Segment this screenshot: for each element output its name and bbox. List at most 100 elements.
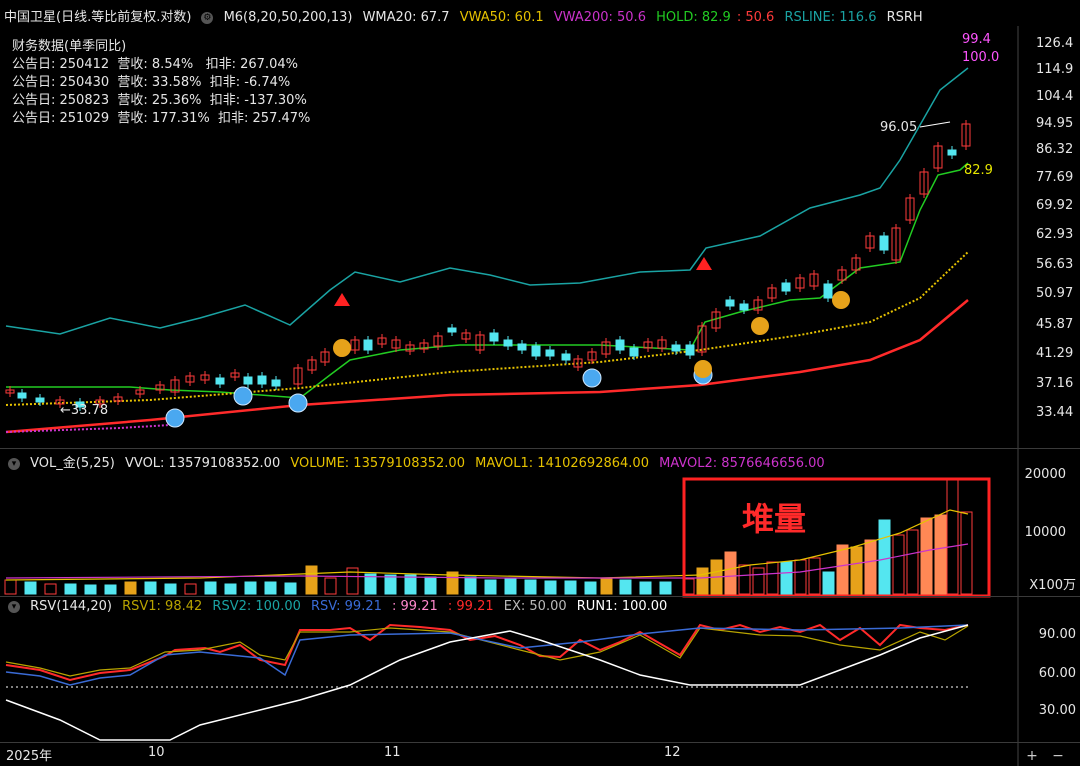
volume-bar <box>864 539 877 595</box>
vvol-label: VVOL: 13579108352.00 <box>125 456 281 471</box>
signal-ball-icon <box>288 393 308 413</box>
price-axis-label: 62.93 <box>1036 227 1074 242</box>
price-axis-label: 94.95 <box>1036 116 1074 131</box>
rsv-axis-label: 90.00 <box>1038 627 1076 642</box>
price-axis-label: 126.4 <box>1036 36 1074 51</box>
volume-bar <box>144 581 157 595</box>
x-axis-label: 2025年 <box>6 749 53 764</box>
volume-bar <box>164 583 177 595</box>
money-bag-icon <box>832 291 850 309</box>
volume-bar <box>822 571 835 595</box>
arrow-line <box>919 121 951 128</box>
candle-body <box>781 282 791 292</box>
volume-bar <box>264 581 277 595</box>
mavol1-series <box>5 509 969 581</box>
volume-bar <box>934 514 947 595</box>
rsv1-label: RSV1: 98.42 <box>122 599 203 614</box>
candle-body <box>363 339 373 351</box>
price-axis-label: 45.87 <box>1036 317 1074 332</box>
rsv-v1-label: : 99.21 <box>392 599 438 614</box>
volume-bar <box>724 551 737 595</box>
vol-axis-label: 10000 <box>1024 525 1066 540</box>
volume-label: VOLUME: 13579108352.00 <box>290 456 465 471</box>
volume-bar <box>484 579 497 595</box>
candle-body <box>725 299 735 307</box>
volume-bar <box>544 580 557 595</box>
volume-bar <box>44 583 57 595</box>
x-axis-label: 12 <box>664 745 681 760</box>
divider <box>0 448 1080 449</box>
rsv1-series <box>5 625 969 677</box>
volume-bar <box>84 584 97 595</box>
rsv-v2-label: : 99.21 <box>447 599 494 614</box>
volume-bar <box>564 580 577 595</box>
collapse-icon[interactable]: ▾ <box>8 457 20 470</box>
vol-axis-label: 20000 <box>1024 467 1066 482</box>
candle-body <box>257 375 267 385</box>
candle-body <box>531 345 541 357</box>
volume-bar <box>184 583 197 595</box>
volume-bar <box>204 581 217 595</box>
volume-bar <box>404 574 417 595</box>
volume-bar <box>464 576 477 595</box>
signal-ball-icon <box>165 408 185 428</box>
divider <box>0 742 1080 743</box>
volume-bar <box>892 534 905 595</box>
volume-header: ▾ VOL_金(5,25) VVOL: 13579108352.00 VOLUM… <box>4 452 831 471</box>
candle-body <box>447 327 457 333</box>
candle-body <box>561 353 571 361</box>
volume-bar <box>946 479 959 595</box>
volume-bar <box>808 557 821 595</box>
volume-bar <box>224 583 237 595</box>
zoom-in-button[interactable]: + <box>1022 746 1042 766</box>
candle-body <box>879 235 889 251</box>
triangle-up-icon <box>334 293 350 306</box>
volume-bar <box>639 581 652 595</box>
volume-bar <box>305 565 318 595</box>
volume-bar <box>906 529 919 595</box>
price-axis-label: 86.32 <box>1036 142 1074 157</box>
volume-bar <box>780 561 793 595</box>
candle-body <box>671 344 681 352</box>
volume-bar <box>124 581 137 595</box>
candle-body <box>517 343 527 351</box>
price-axis-label: 50.97 <box>1036 286 1074 301</box>
volume-bar <box>878 519 891 595</box>
price-axis-label: 33.44 <box>1036 405 1074 420</box>
volume-bar <box>738 564 751 595</box>
volume-bar <box>696 567 709 595</box>
candle-body <box>545 349 555 357</box>
x-axis-label: 11 <box>384 745 401 760</box>
price-axis-label: 114.9 <box>1036 62 1074 77</box>
rsv-label: RSV: 99.21 <box>311 599 382 614</box>
volume-bar <box>752 567 765 595</box>
volume-bar <box>324 577 337 595</box>
volume-bar <box>64 583 77 595</box>
run1-series <box>5 624 969 741</box>
money-bag-icon <box>333 339 351 357</box>
high-price-annotation: 96.05 <box>880 120 918 135</box>
mavol1-label: MAVOL1: 14102692864.00 <box>475 456 649 471</box>
candle-body <box>685 344 695 356</box>
volume-bar <box>920 517 933 595</box>
candle-body <box>271 379 281 387</box>
zoom-out-button[interactable]: − <box>1048 746 1068 766</box>
price-axis-label: 69.92 <box>1036 198 1074 213</box>
candle-body <box>243 376 253 385</box>
chart-canvas <box>4 26 1019 766</box>
rs-top2-annotation: 100.0 <box>962 50 1000 65</box>
buy-signal-icon <box>694 360 712 378</box>
price-axis-label: 37.16 <box>1036 376 1074 391</box>
vol-name: VOL_金(5,25) <box>30 456 115 471</box>
volume-bar <box>244 581 257 595</box>
volume-bar <box>960 511 973 595</box>
volume-bar <box>766 561 779 595</box>
collapse-icon[interactable]: ▾ <box>8 600 20 613</box>
stack-volume-annotation: 堆量 <box>742 500 807 538</box>
volume-bar <box>836 544 849 595</box>
price-axis-label: 41.29 <box>1036 346 1074 361</box>
rs-top-annotation: 99.4 <box>962 32 991 47</box>
candle-body <box>17 392 27 399</box>
low-price-annotation: ←33.78 <box>60 403 109 418</box>
hold-value-annotation: 82.9 <box>964 163 993 178</box>
